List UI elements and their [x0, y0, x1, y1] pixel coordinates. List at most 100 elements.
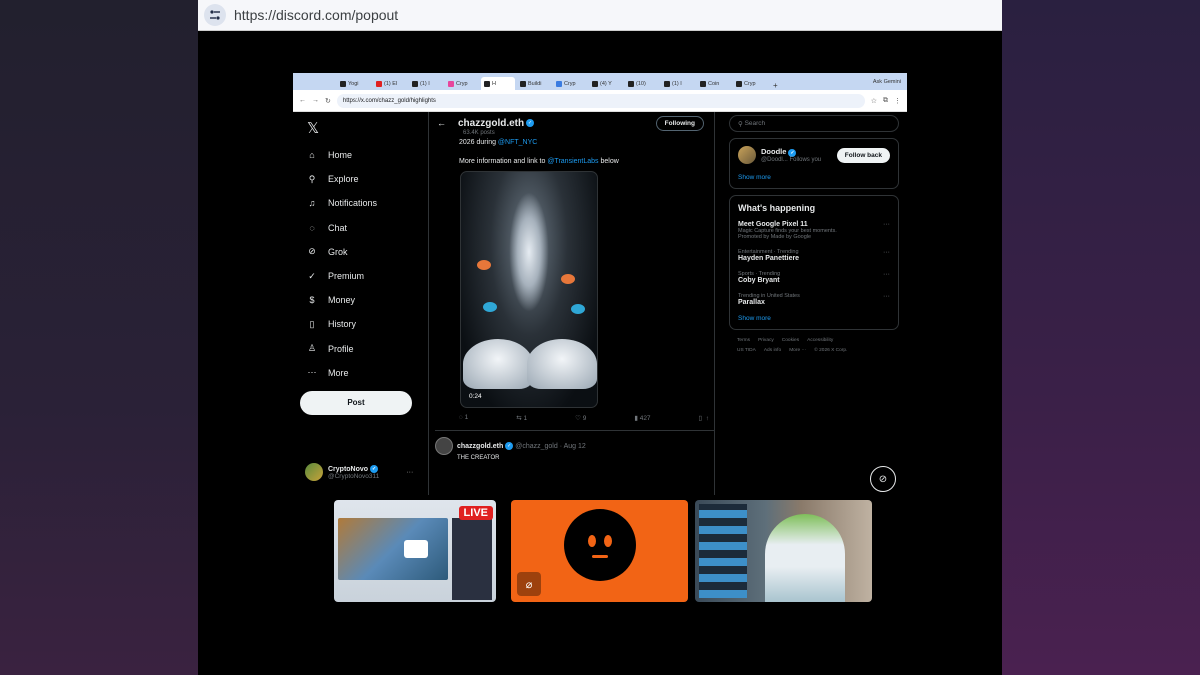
suggested-handle: @Doodl...	[761, 156, 788, 163]
tab-favicon-icon	[556, 80, 562, 87]
browser-tab[interactable]: Yogi	[337, 77, 371, 90]
footer-link[interactable]: US TIDA	[737, 348, 756, 353]
menu-icon[interactable]: ⋮	[894, 97, 901, 105]
post-count: 63.4K posts	[463, 130, 495, 136]
participant-tile-avatar[interactable]: ⌀	[511, 500, 688, 602]
tab-favicon-icon	[700, 80, 706, 87]
site-settings-icon[interactable]	[204, 4, 226, 26]
post-button[interactable]: Post	[300, 390, 412, 415]
tab-favicon-icon	[340, 80, 346, 87]
new-tab-button[interactable]: +	[773, 81, 778, 90]
tweet-video[interactable]: 0:24	[460, 171, 598, 408]
back-icon[interactable]: ←	[299, 97, 306, 104]
footer-link[interactable]: Accessibility	[807, 338, 833, 343]
browser-tab[interactable]: (1) El	[373, 77, 407, 90]
nav-item-money[interactable]: $ Money	[305, 288, 428, 312]
nav-item-grok[interactable]: ⊘ Grok	[305, 240, 428, 264]
reply-tweet[interactable]: chazzgold.eth ✓ @chazz_gold · Aug 12	[435, 430, 714, 455]
browser-tab[interactable]: (1) I	[409, 77, 443, 90]
mention-link[interactable]: @TransientLabs	[547, 158, 598, 165]
trend-item[interactable]: Entertainment · Trending Hayden Panettier…	[738, 249, 890, 262]
nav-item-more[interactable]: ⋯ More	[305, 361, 428, 385]
nav-item-profile[interactable]: ♙ Profile	[305, 337, 428, 361]
share-icon[interactable]: ↑	[706, 415, 709, 422]
like-button[interactable]: ♡ 9	[575, 414, 586, 422]
grok-icon: ⊘	[308, 246, 316, 257]
omnibox[interactable]: https://x.com/chazz_gold/highlights	[336, 93, 865, 108]
browser-tab[interactable]: Cryp	[553, 77, 587, 90]
bookmark-share[interactable]: ▯ ↑	[699, 414, 709, 422]
mention-link[interactable]: @NFT_NYC	[498, 139, 537, 146]
account-switcher[interactable]: CryptoNovo ✓ @CryptoNovo311 ···	[305, 463, 413, 481]
reload-icon[interactable]: ↻	[325, 97, 331, 105]
avatar-eye	[588, 535, 596, 547]
nav-item-home[interactable]: ⌂ Home	[305, 143, 428, 167]
follow-back-button[interactable]: Follow back	[836, 147, 890, 163]
reply-button[interactable]: ◌ 1	[459, 414, 468, 422]
following-button[interactable]: Following	[655, 115, 704, 131]
suggested-account[interactable]: Doodle ✓ @Doodl... Follows you Follow bac…	[738, 146, 890, 164]
back-arrow-icon[interactable]: ←	[437, 118, 446, 128]
browser-tab[interactable]: Cryp	[445, 77, 479, 90]
trend-item[interactable]: Meet Google Pixel 11 Magic Capture finds …	[738, 221, 890, 240]
search-input[interactable]: ⚲ Search	[729, 115, 899, 132]
tab-label: (1) El	[384, 80, 398, 87]
show-more-link[interactable]: Show more	[738, 174, 890, 181]
footer-link[interactable]: Terms	[737, 338, 750, 343]
nav-item-history[interactable]: ▯ History	[305, 312, 428, 336]
trend-more-icon[interactable]: ···	[883, 221, 890, 228]
trend-title: Coby Bryant	[738, 277, 780, 284]
grok-button[interactable]: ⊘	[870, 466, 896, 492]
show-more-link[interactable]: Show more	[738, 315, 890, 322]
browser-tab[interactable]: Buildi	[517, 77, 551, 90]
extensions-icon[interactable]: ⧉	[883, 97, 888, 105]
nav-item-explore[interactable]: ⚲ Explore	[305, 167, 428, 191]
popout-url[interactable]: https://discord.com/popout	[234, 7, 398, 23]
bookmark-star-icon[interactable]: ☆	[871, 97, 877, 105]
artwork-flower	[561, 274, 575, 284]
footer-link[interactable]: Cookies	[782, 338, 799, 343]
trend-more-icon[interactable]: ···	[883, 293, 890, 300]
views-button[interactable]: ▮ 427	[634, 414, 650, 422]
footer-link[interactable]: Privacy	[758, 338, 774, 343]
x-logo-icon[interactable]: 𝕏	[307, 119, 428, 137]
footer-link[interactable]: Ads info	[764, 348, 781, 353]
repost-button[interactable]: ⇆ 1	[516, 414, 527, 422]
browser-tab[interactable]: H	[481, 77, 515, 90]
section-title: What's happening	[738, 203, 816, 213]
trend-item[interactable]: Sports · Trending Coby Bryant ···	[738, 271, 890, 284]
trend-more-icon[interactable]: ···	[883, 249, 890, 256]
browser-toolbar: ← → ↻ https://x.com/chazz_gold/highlight…	[293, 90, 907, 112]
browser-tab[interactable]: (4) Y	[589, 77, 623, 90]
browser-tab[interactable]: Coin	[697, 77, 731, 90]
participant-tile-camera[interactable]	[695, 500, 872, 602]
browser-tab[interactable]: (10)	[625, 77, 659, 90]
nav-label: Money	[328, 295, 356, 306]
forward-icon[interactable]: →	[312, 97, 319, 104]
nav-label: History	[328, 319, 357, 330]
more-options-icon[interactable]: ···	[406, 469, 413, 476]
trend-item[interactable]: Trending in United States Parallax ···	[738, 293, 890, 306]
browser-tab[interactable]: (1) I	[661, 77, 695, 90]
ask-gemini-button[interactable]: Ask Gemini	[873, 79, 907, 85]
profile-name: chazzgold.eth	[458, 117, 525, 129]
tab-label: Cryp	[564, 80, 576, 87]
bookmark-icon[interactable]: ▯	[699, 415, 703, 422]
video-timestamp: 0:24	[469, 393, 482, 400]
x-left-nav: 𝕏 ⌂ Home ⚲ Explore ♫ Notifications ◌ Chat ⊘ Grok ✓…	[293, 112, 428, 495]
tab-strip: Yogi (1) El (1) I Cryp H Buildi Cryp (4) Y (10) (…	[293, 73, 907, 90]
trend-more-icon[interactable]: ···	[883, 271, 890, 278]
trend-promoted: Promoted by Made by Google	[738, 234, 812, 240]
nav-item-chat[interactable]: ◌ Chat	[305, 216, 428, 240]
nav-item-premium[interactable]: ✓ Premium	[305, 264, 428, 288]
stream-sidebar	[452, 518, 492, 600]
footer-link[interactable]: More ···	[789, 348, 806, 353]
stream-tile-screenshare[interactable]: LIVE	[334, 500, 496, 602]
nav-item-notifications[interactable]: ♫ Notifications	[305, 191, 428, 215]
footer-link[interactable]: © 2026 X Corp.	[814, 348, 847, 353]
premium-icon: ✓	[308, 270, 316, 281]
tab-favicon-icon	[592, 80, 598, 87]
tab-favicon-icon	[664, 80, 670, 87]
bookmark-icon: ▯	[309, 318, 315, 329]
browser-tab[interactable]: Cryp	[733, 77, 767, 90]
